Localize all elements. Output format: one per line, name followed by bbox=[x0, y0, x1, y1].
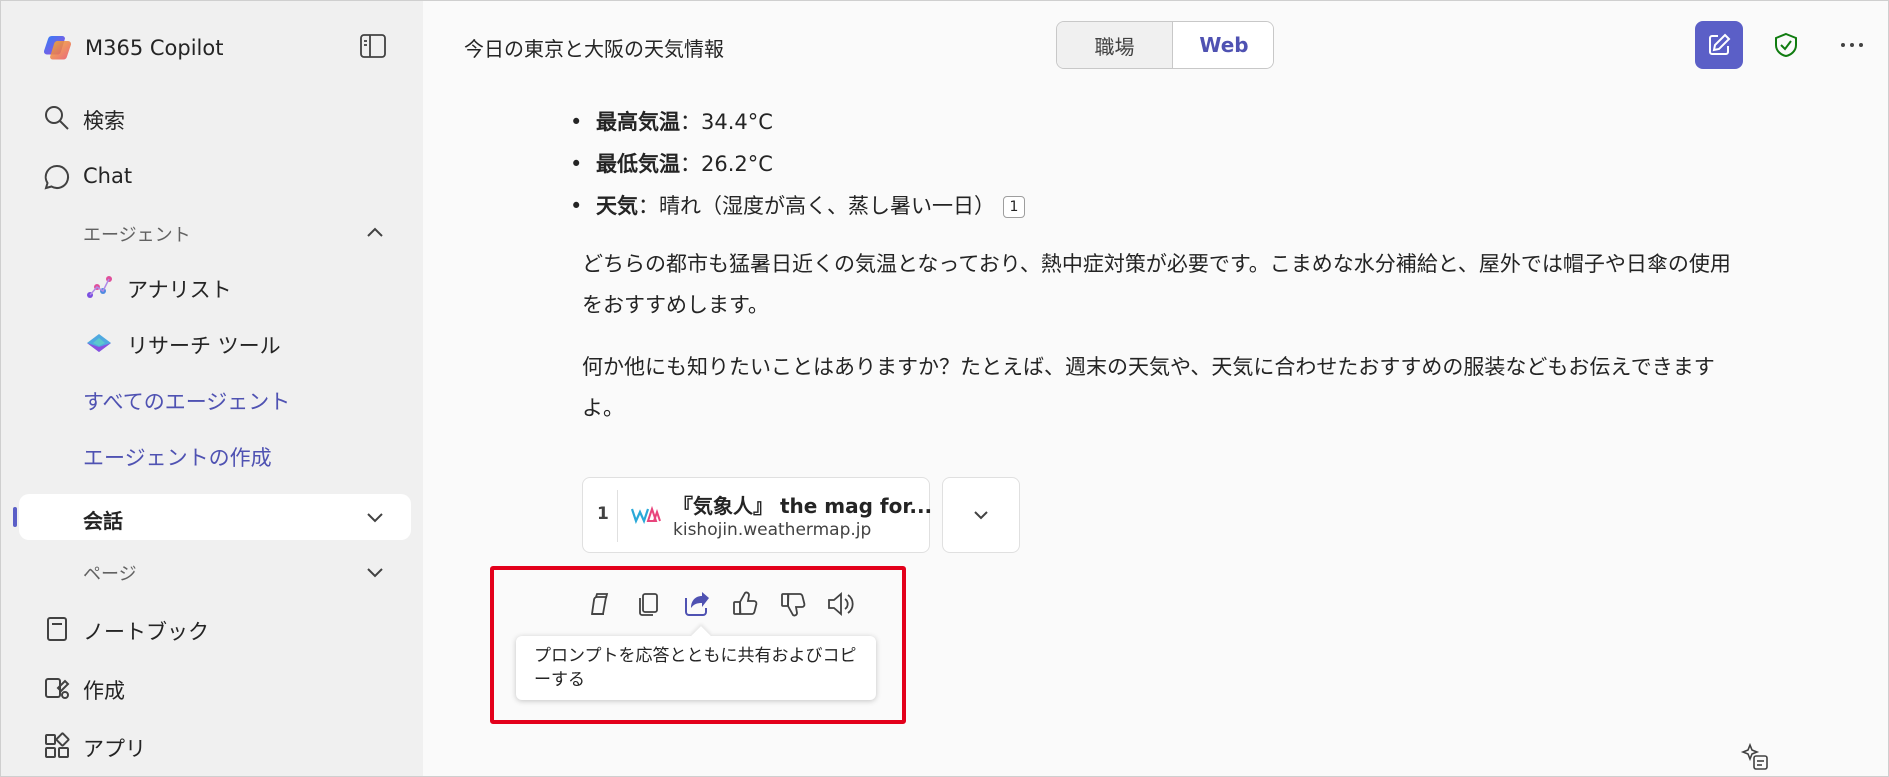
bullet-sep: ： bbox=[680, 110, 701, 134]
new-chat-button[interactable] bbox=[1695, 21, 1743, 69]
bullet-sep: ： bbox=[638, 194, 659, 218]
chevron-down-icon bbox=[974, 511, 988, 520]
chat-title[interactable]: 今日の東京と大阪の天気情報 bbox=[464, 33, 724, 62]
copilot-logo-icon bbox=[43, 35, 72, 60]
thumbs-up-button[interactable] bbox=[729, 588, 761, 620]
bullet-sep: ： bbox=[680, 152, 701, 176]
divider bbox=[617, 490, 618, 542]
thumbs-down-button[interactable] bbox=[777, 588, 809, 620]
bullet-key: 最低気温 bbox=[596, 152, 680, 176]
toggle-work-button[interactable]: 職場 bbox=[1057, 22, 1172, 68]
thumbs-up-icon bbox=[733, 591, 758, 615]
response-paragraph: どちらの都市も猛暑日近くの気温となっており、熱中症対策が必要です。こまめな水分補… bbox=[582, 252, 1731, 317]
bullet-value: 26.2°C bbox=[701, 152, 773, 176]
sidebar-item-label: ノートブック bbox=[83, 620, 209, 644]
selected-indicator bbox=[13, 507, 17, 527]
pages-icon bbox=[590, 593, 609, 615]
bullet-value: 晴れ（湿度が高く、蒸し暑い一日） bbox=[659, 194, 995, 218]
chevron-up-icon bbox=[367, 227, 383, 237]
chevron-down-icon bbox=[367, 568, 383, 578]
sidebar-item-label: Chat bbox=[83, 164, 133, 188]
researcher-icon bbox=[87, 334, 111, 352]
apps-grid-icon bbox=[45, 732, 70, 758]
sidebar-item-label: アナリスト bbox=[127, 278, 232, 302]
bullet-key: 最高気温 bbox=[596, 110, 680, 134]
copy-icon bbox=[639, 593, 658, 616]
share-icon bbox=[685, 592, 709, 616]
bullet-value: 34.4°C bbox=[701, 110, 773, 134]
sidebar-item-label: リサーチ ツール bbox=[127, 334, 281, 358]
shield-check-icon[interactable] bbox=[1772, 31, 1800, 59]
sidebar-item-label: 検索 bbox=[83, 109, 125, 133]
agents-header-label: エージェント bbox=[83, 225, 191, 246]
bullet-min-temp: 最低気温：26.2°C bbox=[570, 146, 1025, 188]
compose-icon bbox=[1709, 33, 1731, 55]
copy-button[interactable] bbox=[633, 588, 665, 620]
create-agent-link[interactable]: エージェントの作成 bbox=[83, 442, 272, 472]
sidebar-item-conversations[interactable] bbox=[19, 494, 411, 540]
share-tooltip: プロンプトを応答とともに共有およびコピーする bbox=[516, 636, 876, 700]
speaker-icon bbox=[828, 592, 854, 616]
bullet-weather: 天気：晴れ（湿度が高く、蒸し暑い一日） 1 bbox=[570, 188, 1025, 230]
chat-bubble-icon bbox=[44, 164, 69, 190]
conversations-label: 会話 bbox=[83, 509, 123, 533]
citation-badge[interactable]: 1 bbox=[1003, 196, 1025, 218]
thumbs-down-icon bbox=[781, 593, 806, 617]
app-name: M365 Copilot bbox=[85, 36, 224, 60]
analyst-icon bbox=[87, 276, 112, 298]
toggle-web-button[interactable]: Web bbox=[1172, 22, 1273, 68]
work-web-toggle: 職場 Web bbox=[1056, 21, 1274, 69]
response-paragraph: 何か他にも知りたいことはありますか？たとえば、週末の天気や、天気に合わせたおすす… bbox=[582, 355, 1715, 420]
pages-button[interactable] bbox=[584, 588, 616, 620]
chevron-down-icon[interactable] bbox=[365, 507, 385, 527]
more-options-icon[interactable] bbox=[1836, 31, 1868, 59]
search-icon bbox=[45, 106, 69, 130]
weather-bullets: 最高気温：34.4°C 最低気温：26.2°C 天気：晴れ（湿度が高く、蒸し暑い… bbox=[570, 104, 1025, 230]
bullet-key: 天気 bbox=[596, 194, 638, 218]
sparkle-prompt-icon[interactable] bbox=[1740, 742, 1770, 772]
create-icon bbox=[45, 678, 70, 699]
source-card[interactable]: 1 『気象人』 the mag for... kishojin.weatherm… bbox=[582, 477, 933, 553]
sidebar-toggle-icon[interactable] bbox=[359, 33, 387, 59]
source-title: 『気象人』 the mag for... bbox=[673, 494, 933, 518]
pages-label: ページ bbox=[83, 564, 137, 585]
expand-sources-button[interactable] bbox=[942, 477, 1020, 553]
sidebar: M365 Copilot 検索 Chat エージェント アナリスト リサーチ ツ… bbox=[1, 1, 423, 776]
sidebar-item-label: 作成 bbox=[83, 679, 125, 703]
source-domain: kishojin.weathermap.jp bbox=[673, 520, 872, 540]
all-agents-link[interactable]: すべてのエージェント bbox=[83, 386, 290, 416]
bullet-max-temp: 最高気温：34.4°C bbox=[570, 104, 1025, 146]
share-button[interactable] bbox=[681, 588, 713, 620]
sidebar-item-label: アプリ bbox=[83, 737, 146, 761]
read-aloud-button[interactable] bbox=[825, 588, 857, 620]
source-number: 1 bbox=[597, 504, 609, 524]
source-logo-icon bbox=[631, 506, 661, 524]
notebook-icon bbox=[47, 617, 67, 641]
brand[interactable]: M365 Copilot bbox=[43, 33, 223, 63]
